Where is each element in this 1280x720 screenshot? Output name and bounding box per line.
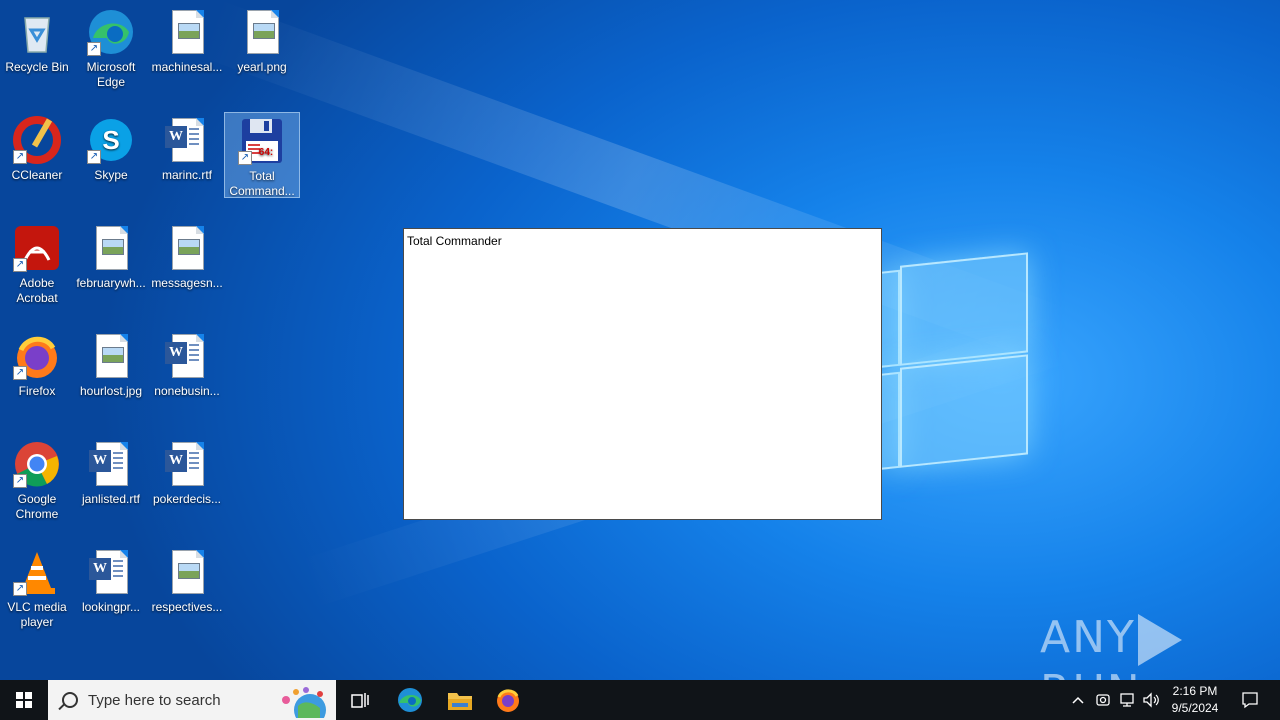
desktop-icon-janlisted[interactable]: W janlisted.rtf bbox=[74, 436, 148, 507]
task-view-icon bbox=[351, 693, 369, 708]
windows-wallpaper-logo bbox=[880, 234, 1030, 488]
icon-label: Recycle Bin bbox=[5, 60, 69, 74]
icon-label: VLC media player bbox=[7, 600, 67, 629]
image-file-icon bbox=[163, 8, 211, 56]
task-view-button[interactable] bbox=[336, 680, 384, 720]
svg-text:S: S bbox=[102, 125, 119, 155]
windows-logo-icon bbox=[16, 692, 32, 708]
icon-label: Firefox bbox=[18, 384, 56, 398]
firefox-icon: ↗ bbox=[13, 332, 61, 380]
icon-label: respectives... bbox=[151, 600, 223, 614]
image-file-icon bbox=[87, 332, 135, 380]
taskbar-file-explorer-button[interactable] bbox=[436, 680, 484, 720]
desktop-icon-total-commander[interactable]: 64: ↗ Total Command... bbox=[224, 112, 300, 198]
play-triangle-icon bbox=[1137, 614, 1182, 666]
window-title: Total Commander bbox=[407, 234, 502, 248]
edge-icon: ↗ bbox=[87, 8, 135, 56]
speaker-icon bbox=[1143, 692, 1159, 708]
word-doc-icon: W bbox=[163, 332, 211, 380]
icon-label: pokerdecis... bbox=[152, 492, 222, 506]
chevron-up-icon bbox=[1072, 696, 1084, 704]
search-box[interactable]: Type here to search bbox=[48, 680, 336, 720]
desktop-icon-ccleaner[interactable]: ↗ CCleaner bbox=[0, 112, 74, 183]
action-center-button[interactable] bbox=[1230, 680, 1270, 720]
start-button[interactable] bbox=[0, 680, 48, 720]
desktop-icon-vlc[interactable]: ↗ VLC media player bbox=[0, 544, 74, 630]
tray-network-button[interactable] bbox=[1116, 680, 1138, 720]
acrobat-icon: ↗ bbox=[13, 224, 61, 272]
icon-label: Google Chrome bbox=[15, 492, 59, 521]
desktop-icon-machinesal[interactable]: machinesal... bbox=[150, 4, 224, 75]
icon-label: yearl.png bbox=[237, 60, 287, 74]
icon-label: janlisted.rtf bbox=[81, 492, 141, 506]
taskbar: Type here to search 2:16 PM 9/5/2024 bbox=[0, 680, 1280, 720]
ccleaner-icon: ↗ bbox=[13, 116, 61, 164]
icon-label: nonebusin... bbox=[154, 384, 220, 398]
search-highlight-icon bbox=[282, 687, 326, 718]
search-icon bbox=[62, 692, 78, 708]
taskbar-edge-button[interactable] bbox=[386, 680, 434, 720]
chrome-icon: ↗ bbox=[13, 440, 61, 488]
desktop-icon-adobe-acrobat[interactable]: ↗ Adobe Acrobat bbox=[0, 220, 74, 306]
edge-icon bbox=[398, 688, 422, 712]
desktop-icon-marinc[interactable]: W marinc.rtf bbox=[150, 112, 224, 183]
floppy-disk-icon: 64: ↗ bbox=[238, 117, 286, 165]
desktop-icon-messagesn[interactable]: messagesn... bbox=[150, 220, 224, 291]
desktop-icon-skype[interactable]: S ↗ Skype bbox=[74, 112, 148, 183]
search-placeholder: Type here to search bbox=[88, 692, 221, 709]
show-hidden-icons-button[interactable] bbox=[1068, 680, 1088, 720]
icon-label: Microsoft Edge bbox=[86, 60, 136, 89]
icon-label: Total Command... bbox=[229, 169, 295, 198]
icon-label: messagesn... bbox=[151, 276, 223, 290]
folder-icon bbox=[448, 693, 472, 710]
taskbar-firefox-button[interactable] bbox=[484, 680, 532, 720]
desktop-icon-microsoft-edge[interactable]: ↗ Microsoft Edge bbox=[74, 4, 148, 90]
desktop-icon-februarywh[interactable]: februarywh... bbox=[74, 220, 148, 291]
total-commander-window[interactable]: Total Commander bbox=[403, 228, 882, 520]
desktop-icon-nonebusin[interactable]: W nonebusin... bbox=[150, 328, 224, 399]
vlc-icon: ↗ bbox=[13, 548, 61, 596]
tray-volume-button[interactable] bbox=[1140, 680, 1162, 720]
icon-label: Skype bbox=[94, 168, 128, 182]
desktop-icon-recycle-bin[interactable]: Recycle Bin bbox=[0, 4, 74, 75]
desktop-icon-yearl[interactable]: yearl.png bbox=[225, 4, 299, 75]
camera-icon bbox=[1096, 694, 1110, 706]
skype-icon: S ↗ bbox=[87, 116, 135, 164]
image-file-icon bbox=[238, 8, 286, 56]
desktop-icon-hourlost[interactable]: hourlost.jpg bbox=[74, 328, 148, 399]
image-file-icon bbox=[87, 224, 135, 272]
desktop-icon-respectives[interactable]: respectives... bbox=[150, 544, 224, 615]
watermark-left: ANY bbox=[1040, 612, 1136, 663]
icon-label: CCleaner bbox=[11, 168, 63, 182]
icon-label: lookingpr... bbox=[81, 600, 141, 614]
icon-label: hourlost.jpg bbox=[79, 384, 143, 398]
word-doc-icon: W bbox=[87, 548, 135, 596]
notification-icon bbox=[1242, 692, 1258, 709]
desktop-icon-pokerdecis[interactable]: W pokerdecis... bbox=[150, 436, 224, 507]
word-doc-icon: W bbox=[163, 440, 211, 488]
desktop-icon-lookingpr[interactable]: W lookingpr... bbox=[74, 544, 148, 615]
firefox-icon bbox=[497, 689, 519, 712]
desktop-icon-google-chrome[interactable]: ↗ Google Chrome bbox=[0, 436, 74, 522]
word-doc-icon: W bbox=[87, 440, 135, 488]
desktop-icon-firefox[interactable]: ↗ Firefox bbox=[0, 328, 74, 399]
word-doc-icon: W bbox=[163, 116, 211, 164]
svg-text:64:: 64: bbox=[259, 147, 273, 158]
icon-label: marinc.rtf bbox=[161, 168, 212, 182]
icon-label: machinesal... bbox=[151, 60, 223, 74]
image-file-icon bbox=[163, 224, 211, 272]
icon-label: Adobe Acrobat bbox=[16, 276, 58, 305]
clock-time: 2:16 PM bbox=[1172, 684, 1218, 698]
taskbar-clock[interactable]: 2:16 PM 9/5/2024 bbox=[1162, 683, 1228, 717]
clock-date: 9/5/2024 bbox=[1171, 701, 1219, 715]
network-icon bbox=[1120, 693, 1134, 707]
tray-meet-now-button[interactable] bbox=[1092, 680, 1114, 720]
recycle-bin-icon bbox=[13, 8, 61, 56]
image-file-icon bbox=[163, 548, 211, 596]
icon-label: februarywh... bbox=[76, 276, 146, 290]
